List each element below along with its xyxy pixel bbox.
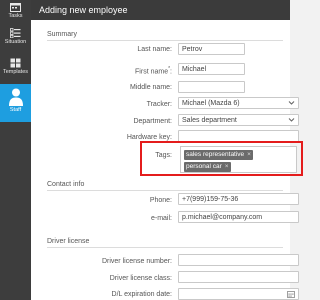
nav-item-staff[interactable]: Staff xyxy=(0,84,31,122)
divider xyxy=(47,40,283,41)
nav-label-tasks: Tasks xyxy=(8,13,23,19)
main-panel: Adding new employee Summary Last name: P… xyxy=(31,0,303,300)
email-value: p.michael@company.com xyxy=(182,214,263,221)
phone-input[interactable]: +7(999)159-75-36 xyxy=(178,193,299,205)
phone-label: Phone: xyxy=(149,197,172,204)
checklist-icon xyxy=(10,28,21,38)
nav-item-tasks[interactable]: Tasks xyxy=(0,2,31,24)
middle-name-label: Middle name: xyxy=(129,84,172,91)
templates-icon xyxy=(10,58,21,68)
chevron-down-icon xyxy=(288,101,295,105)
nav-label-templates: Templates xyxy=(2,69,29,75)
hardware-key-label: Hardware key: xyxy=(126,134,172,141)
header: Adding new employee xyxy=(31,0,290,20)
email-input[interactable]: p.michael@company.com xyxy=(178,211,299,223)
license-expiration-input[interactable] xyxy=(178,288,299,300)
department-label: Department: xyxy=(133,118,172,125)
first-name-label-text: First name xyxy=(135,68,169,76)
email-label: e-mail: xyxy=(150,215,172,222)
license-number-label: Driver license number: xyxy=(101,258,172,265)
section-title-summary: Summary xyxy=(47,31,77,38)
tags-highlight-frame xyxy=(140,141,303,176)
calendar-icon[interactable] xyxy=(287,291,295,298)
license-number-input[interactable] xyxy=(178,254,299,266)
chevron-down-icon xyxy=(288,118,295,122)
section-title-driver-license: Driver license xyxy=(47,238,90,245)
nav-item-situation[interactable]: Situation xyxy=(0,28,31,50)
divider xyxy=(47,190,283,191)
sidebar: Tasks Situation Templates Staff xyxy=(0,0,31,300)
page-title: Adding new employee xyxy=(39,5,128,15)
tracker-select[interactable]: Michael (Mazda 6) xyxy=(178,97,299,109)
last-name-value: Petrov xyxy=(182,46,203,53)
person-icon xyxy=(8,88,23,106)
phone-value: +7(999)159-75-36 xyxy=(182,196,239,203)
license-expiration-label: D/L expiration date: xyxy=(111,291,172,298)
nav-label-situation: Situation xyxy=(4,39,27,45)
department-value: Sales department xyxy=(182,117,237,124)
first-name-label: First name*: xyxy=(68,66,172,75)
tracker-label: Tracker: xyxy=(146,101,172,108)
first-name-label-colon: : xyxy=(170,68,172,76)
last-name-label: Last name: xyxy=(137,46,172,53)
first-name-value: Michael xyxy=(182,66,207,73)
department-select[interactable]: Sales department xyxy=(178,114,299,126)
nav-item-templates[interactable]: Templates xyxy=(0,58,31,80)
section-title-contact: Contact info xyxy=(47,181,85,188)
last-name-input[interactable]: Petrov xyxy=(178,43,245,55)
nav-label-staff: Staff xyxy=(9,107,22,113)
middle-name-input[interactable] xyxy=(178,81,245,93)
divider xyxy=(47,247,283,248)
license-class-input[interactable] xyxy=(178,271,299,283)
first-name-input[interactable]: Michael xyxy=(178,63,245,75)
tracker-value: Michael (Mazda 6) xyxy=(182,100,240,107)
calendar-icon xyxy=(10,3,21,12)
license-class-label: Driver license class: xyxy=(109,275,172,282)
